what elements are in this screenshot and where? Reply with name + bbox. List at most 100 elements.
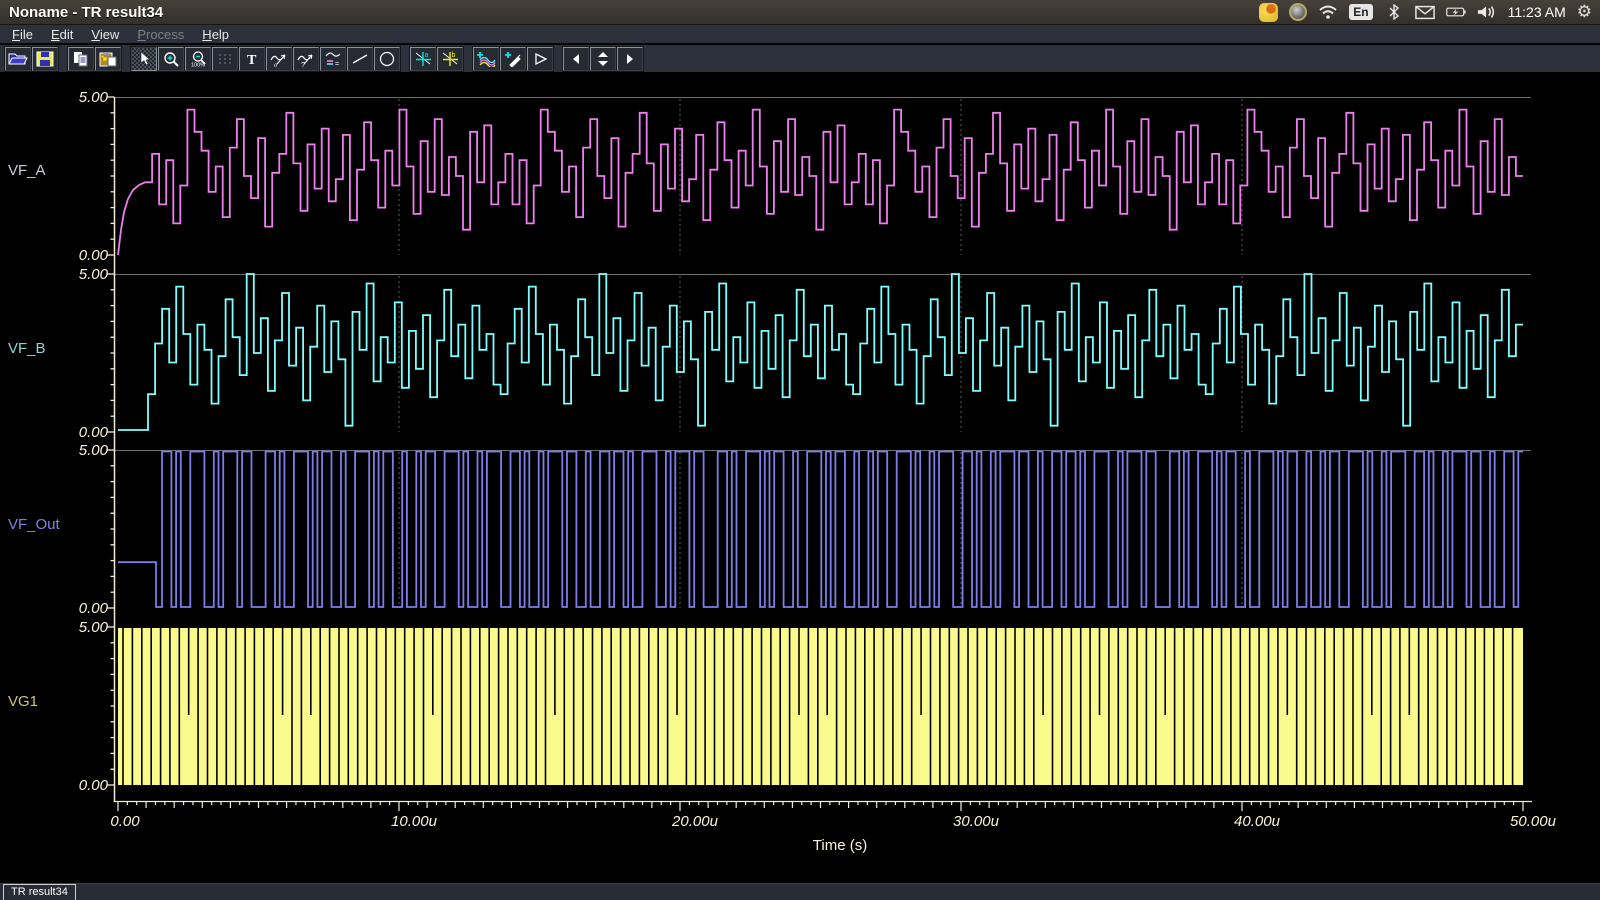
select-button[interactable]: [131, 47, 157, 71]
select-icon: [136, 51, 152, 67]
y-min-label-vfa: 0.00: [40, 247, 108, 264]
y-min-label-vfb: 0.00: [40, 424, 108, 441]
svg-text:?: ?: [301, 60, 305, 67]
grid-button: [212, 47, 238, 71]
svg-text:T: T: [247, 53, 257, 67]
zoom-in-button[interactable]: [158, 47, 184, 71]
legend-button[interactable]: =: [320, 47, 346, 71]
cursor-a-button[interactable]: a: [410, 47, 436, 71]
x-tick-10: 10.00u: [369, 813, 459, 830]
open-button[interactable]: [5, 47, 31, 71]
volume-icon[interactable]: [1477, 2, 1497, 22]
toolbar-group: 100% Ta? =: [131, 47, 401, 71]
add-curve-button[interactable]: [473, 47, 499, 71]
waveform-chart-area: 5.00 0.00 5.00 0.00 5.00 0.00 5.00 0.00 …: [0, 72, 1600, 883]
y-max-label-vfout: 5.00: [40, 442, 108, 459]
copy-button[interactable]: [68, 47, 94, 71]
line-button[interactable]: [347, 47, 373, 71]
probe-button[interactable]: [500, 47, 526, 71]
legend-icon: =: [324, 51, 343, 67]
x-tick-30: 30.00u: [931, 813, 1021, 830]
text-button[interactable]: T: [239, 47, 265, 71]
y-max-label-vfb: 5.00: [40, 266, 108, 283]
menu-help[interactable]: Help: [194, 26, 237, 43]
menu-file[interactable]: File: [4, 26, 41, 43]
paste-icon: [99, 51, 118, 67]
trace-label-vfa: VF_A: [8, 162, 103, 179]
x-axis-title: Time (s): [780, 837, 900, 854]
save-button[interactable]: [32, 47, 58, 71]
zoom-in-icon: [162, 51, 180, 67]
curve-annotate-a-icon: a: [270, 51, 289, 67]
gear-icon[interactable]: ⚙: [1577, 2, 1592, 22]
mail-icon[interactable]: [1415, 2, 1435, 22]
nav-left-button[interactable]: [563, 47, 589, 71]
paste-button[interactable]: [95, 47, 121, 71]
y-min-label-vfout: 0.00: [40, 600, 108, 617]
nav-left-icon: [570, 53, 582, 65]
svg-text:a: a: [424, 52, 428, 59]
trace-label-vg1: VG1: [8, 693, 103, 710]
svg-text:a: a: [274, 61, 277, 67]
cursor-b-icon: b: [441, 50, 460, 67]
bottom-tab-bar: TR result34: [0, 883, 1600, 900]
line-icon: [351, 51, 369, 67]
svg-text:b: b: [451, 52, 455, 59]
system-tray: En 11:23 AM ⚙: [1259, 2, 1592, 22]
open-icon: [8, 51, 28, 67]
app-orb-icon[interactable]: [1289, 3, 1307, 21]
run-icon: [532, 51, 549, 67]
menu-bar: FileEditViewProcessHelp: [0, 25, 1600, 44]
toolbar: 100%Ta?=ab: [0, 45, 1600, 72]
tab-tr-result34[interactable]: TR result34: [3, 884, 76, 900]
add-curve-icon: [476, 50, 496, 67]
x-tick-20: 20.00u: [650, 813, 740, 830]
svg-text:=: =: [335, 61, 339, 67]
grid-icon: [217, 51, 233, 67]
title-bar: Noname - TR result34 En: [0, 0, 1600, 25]
copy-icon: [72, 51, 90, 67]
nav-right-button[interactable]: [617, 47, 643, 71]
zoom-out-100-button[interactable]: 100%: [185, 47, 211, 71]
trace-label-vfout: VF_Out: [8, 516, 103, 533]
trace-label-vfb: VF_B: [8, 340, 103, 357]
curve-annotate-help-icon: ?: [297, 51, 316, 67]
curve-annotate-help-button[interactable]: ?: [293, 47, 319, 71]
x-tick-40: 40.00u: [1212, 813, 1302, 830]
bluetooth-icon[interactable]: [1384, 2, 1404, 22]
nav-spin-icon: [596, 51, 610, 67]
y-max-label-vfa: 5.00: [40, 89, 108, 106]
battery-icon[interactable]: [1446, 2, 1466, 22]
run-button[interactable]: [527, 47, 553, 71]
cursor-a-icon: a: [414, 50, 433, 67]
zoom-out-100-icon: 100%: [189, 51, 207, 67]
y-max-label-vg1: 5.00: [40, 619, 108, 636]
app-yellow-icon[interactable]: [1259, 3, 1278, 22]
ellipse-icon: [378, 51, 396, 67]
toolbar-group: [563, 47, 644, 71]
waveform-plot: [0, 72, 1600, 883]
window-title: Noname - TR result34: [9, 4, 163, 21]
ellipse-button[interactable]: [374, 47, 400, 71]
nav-right-icon: [624, 53, 636, 65]
toolbar-group: ab: [410, 47, 464, 71]
curve-annotate-a-button[interactable]: a: [266, 47, 292, 71]
svg-text:100%: 100%: [191, 62, 205, 67]
toolbar-group: [68, 47, 122, 71]
menu-process: Process: [129, 26, 192, 43]
save-icon: [36, 51, 54, 67]
nav-spin-button[interactable]: [590, 47, 616, 71]
probe-icon: [504, 50, 523, 67]
menu-view[interactable]: View: [83, 26, 127, 43]
keyboard-layout-indicator[interactable]: En: [1349, 4, 1372, 20]
toolbar-group: [473, 47, 554, 71]
x-tick-0: 0.00: [80, 813, 170, 830]
x-tick-50: 50.00u: [1488, 813, 1578, 830]
wifi-icon[interactable]: [1318, 2, 1338, 22]
menu-edit[interactable]: Edit: [43, 26, 81, 43]
text-icon: T: [244, 51, 260, 67]
cursor-b-button[interactable]: b: [437, 47, 463, 71]
clock-text[interactable]: 11:23 AM: [1508, 4, 1566, 20]
toolbar-group: [5, 47, 59, 71]
y-min-label-vg1: 0.00: [40, 777, 108, 794]
